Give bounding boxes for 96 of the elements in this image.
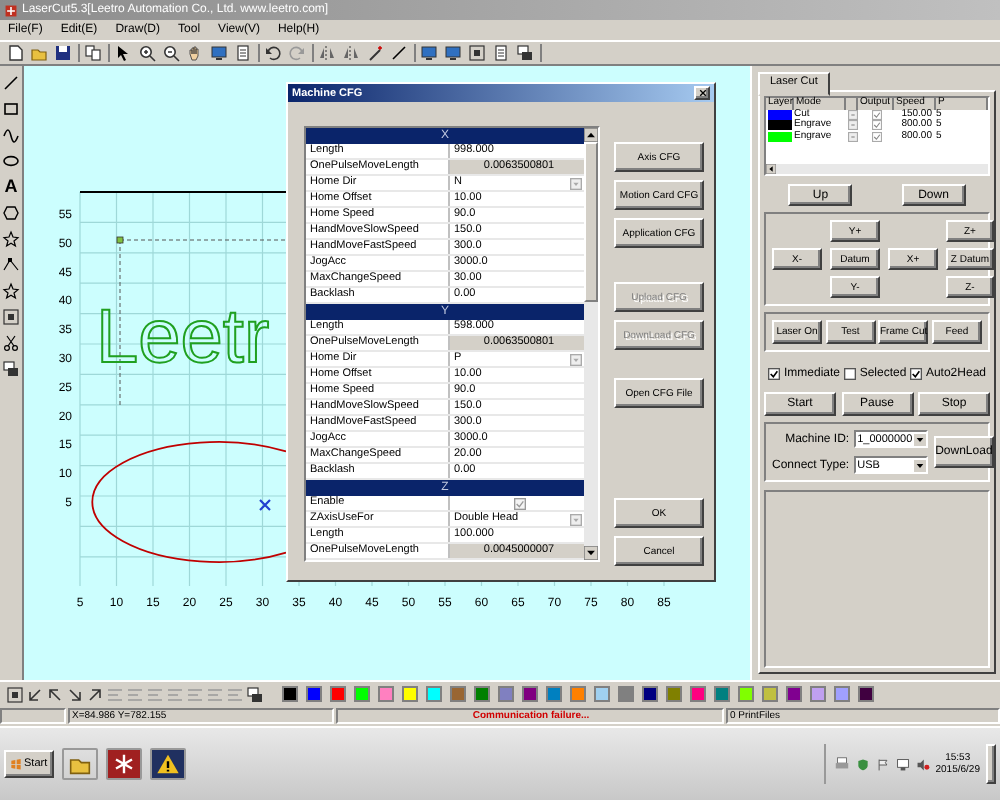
arrow-icon[interactable] (26, 685, 44, 703)
center-mark-icon (258, 498, 272, 512)
checkbox[interactable] (871, 109, 881, 120)
taskbar-app[interactable] (105, 748, 142, 780)
monitor-icon[interactable] (444, 44, 462, 62)
taskbar-app[interactable] (149, 748, 186, 780)
show-desktop-button[interactable] (986, 744, 996, 784)
open-folder-icon[interactable] (30, 44, 48, 62)
color-swatch[interactable] (354, 686, 370, 702)
taskbar-app[interactable] (61, 748, 98, 780)
caret-icon[interactable] (913, 433, 926, 445)
page-icon[interactable] (492, 44, 510, 62)
arrow-icon[interactable] (46, 685, 64, 703)
snowflake-icon (111, 752, 136, 776)
page-icon[interactable] (234, 44, 252, 62)
zoom-in-icon[interactable] (138, 44, 156, 62)
color-swatch[interactable] (594, 686, 610, 702)
color-swatch[interactable] (738, 686, 754, 702)
app-icon (4, 3, 18, 17)
hexagon-tool-icon[interactable] (2, 204, 20, 222)
printer-icon[interactable] (833, 756, 850, 772)
layers-icon[interactable] (2, 360, 20, 378)
color-swatch[interactable] (498, 686, 514, 702)
close-icon (697, 88, 707, 98)
scroll-left-icon[interactable] (766, 164, 776, 174)
hand-icon[interactable] (186, 44, 204, 62)
network-icon[interactable] (895, 757, 910, 771)
align-icon[interactable] (6, 685, 24, 703)
save-icon[interactable] (54, 44, 72, 62)
close-button[interactable] (694, 86, 710, 100)
ellipse-tool-icon[interactable] (2, 152, 20, 170)
column-header[interactable] (846, 98, 858, 109)
undo-icon[interactable] (264, 44, 282, 62)
color-swatch[interactable] (330, 686, 346, 702)
copy-icon[interactable] (84, 44, 102, 62)
color-swatch[interactable] (714, 686, 730, 702)
color-swatch[interactable] (306, 686, 322, 702)
warning-icon (155, 752, 180, 776)
curve-tool-icon[interactable] (2, 126, 20, 144)
arrow-icon[interactable] (86, 685, 104, 703)
monitor-icon[interactable] (210, 44, 228, 62)
node-edit-icon[interactable] (2, 256, 20, 274)
mirror-icon[interactable] (342, 44, 360, 62)
color-swatch[interactable] (666, 686, 682, 702)
arrow-icon[interactable] (66, 685, 84, 703)
windows-flag-icon (10, 758, 22, 770)
scroll-up-icon[interactable] (584, 128, 598, 142)
color-swatch[interactable] (546, 686, 562, 702)
layers-icon[interactable] (246, 685, 264, 703)
frame-icon[interactable] (468, 44, 486, 62)
checkbox[interactable] (513, 497, 525, 509)
wand-icon[interactable] (366, 44, 384, 62)
layer-color-swatch[interactable] (768, 131, 792, 141)
checkbox[interactable] (871, 131, 881, 142)
color-swatch[interactable] (450, 686, 466, 702)
color-swatch[interactable] (282, 686, 298, 702)
color-swatch[interactable] (642, 686, 658, 702)
pointer-icon[interactable] (114, 44, 132, 62)
layer-color-swatch[interactable] (768, 120, 792, 130)
color-swatch[interactable] (570, 686, 586, 702)
line-tool-icon[interactable] (2, 74, 20, 92)
color-swatch[interactable] (474, 686, 490, 702)
color-swatch[interactable] (834, 686, 850, 702)
scroll-down-icon[interactable] (584, 546, 598, 560)
caret-icon[interactable] (913, 459, 926, 471)
color-swatch[interactable] (690, 686, 706, 702)
color-swatch[interactable] (762, 686, 778, 702)
color-swatch[interactable] (426, 686, 442, 702)
checkbox[interactable] (843, 368, 856, 380)
flag-icon[interactable] (875, 757, 890, 771)
color-swatch[interactable] (378, 686, 394, 702)
scissors-icon[interactable] (2, 334, 20, 352)
star-tool-icon[interactable] (2, 282, 20, 300)
text-tool[interactable]: A (4, 178, 18, 196)
color-swatch[interactable] (618, 686, 634, 702)
color-swatch[interactable] (786, 686, 802, 702)
mirror-icon[interactable] (318, 44, 336, 62)
checkbox[interactable] (768, 368, 780, 380)
color-swatch[interactable] (858, 686, 874, 702)
line-icon[interactable] (390, 44, 408, 62)
star-tool-icon[interactable] (2, 230, 20, 248)
checkbox[interactable] (871, 120, 881, 131)
layers-icon[interactable] (516, 44, 534, 62)
shield-icon[interactable] (855, 757, 870, 771)
rectangle-tool-icon[interactable] (2, 100, 20, 118)
new-file-icon[interactable] (6, 44, 24, 62)
zoom-out-icon[interactable] (162, 44, 180, 62)
color-swatch[interactable] (810, 686, 826, 702)
color-swatch[interactable] (402, 686, 418, 702)
monitor-icon[interactable] (420, 44, 438, 62)
checkbox[interactable] (909, 368, 922, 380)
status-field (0, 708, 66, 724)
color-swatch[interactable] (522, 686, 538, 702)
layer-color-swatch[interactable] (768, 109, 792, 119)
frame-icon[interactable] (2, 308, 20, 326)
speaker-icon[interactable] (915, 757, 930, 771)
